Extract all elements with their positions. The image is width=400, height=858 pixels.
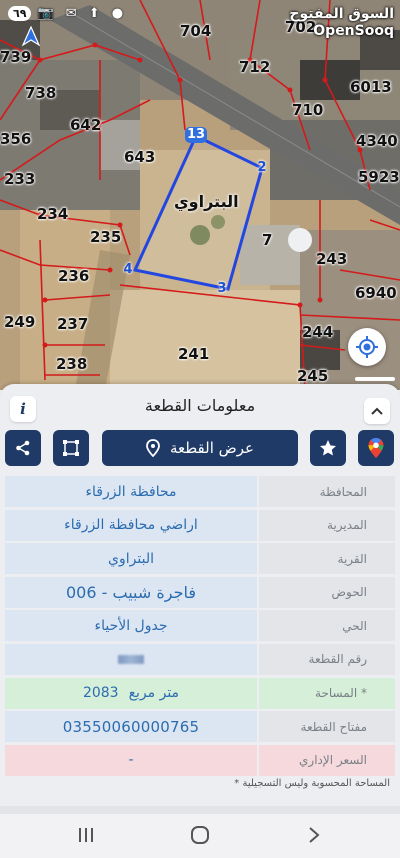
parcel-details-table: محافظة الزرقاء المحافظة اراضي محافظة الز… xyxy=(5,476,395,778)
home-button[interactable] xyxy=(186,824,214,846)
basin-label: الحوض xyxy=(259,576,395,608)
satellite-map[interactable]: 704 702 739 712 738 6013 642 710 356 643… xyxy=(0,0,400,390)
table-row: 2083 متر مربع المساحة * xyxy=(5,677,395,709)
recent-apps-button[interactable] xyxy=(72,824,100,846)
redacted-parcel-number xyxy=(118,654,144,664)
panel-title: معلومات القطعة xyxy=(144,396,256,415)
neighborhood-label: الحي xyxy=(259,610,395,642)
table-row: اراضي محافظة الزرقاء المديرية xyxy=(5,509,395,541)
measure-shape-button[interactable] xyxy=(53,430,89,466)
location-pin-icon xyxy=(146,439,160,457)
parcel-label: 243 xyxy=(316,250,348,268)
parcel-label: 710 xyxy=(292,101,324,119)
parcel-label: 6940 xyxy=(355,284,397,302)
admin-price-value: - xyxy=(5,744,257,776)
table-row: - السعر الإداري xyxy=(5,744,395,776)
parcel-label: 237 xyxy=(57,315,89,333)
share-icon xyxy=(16,440,30,456)
directorate-label: المديرية xyxy=(259,509,395,541)
parcel-info-panel: i معلومات القطعة عرض القطعة محافظة الزرق… xyxy=(0,384,400,806)
view-parcel-label: عرض القطعة xyxy=(169,439,255,457)
village-label: القرية xyxy=(259,543,395,575)
area-unit: متر مربع xyxy=(128,685,180,702)
sheet-handle[interactable] xyxy=(355,377,395,381)
chevron-right-icon xyxy=(309,827,320,843)
parcel-label: 235 xyxy=(90,228,122,246)
opensooq-watermark: السوق المفتوح OpenSooq xyxy=(289,6,394,40)
area-number: 2083 xyxy=(82,685,119,702)
governorate-value: محافظة الزرقاء xyxy=(5,476,257,507)
table-row: 03550060000765 مفتاح القطعة xyxy=(5,711,395,743)
home-icon xyxy=(191,826,209,844)
recent-apps-icon xyxy=(79,828,93,842)
area-footnote: * المساحة المحسوبة وليس التسجيلية xyxy=(234,778,390,789)
google-maps-button[interactable] xyxy=(358,430,394,466)
parcel-label: 6013 xyxy=(350,78,392,96)
bottom-tabs-edge xyxy=(0,806,400,814)
collapse-button[interactable] xyxy=(364,398,390,424)
parcel-label: 249 xyxy=(4,313,36,331)
panel-header: i معلومات القطعة xyxy=(0,392,400,424)
parcel-number-label: رقم القطعة xyxy=(259,643,395,675)
vertex-marker: 13 xyxy=(185,127,207,143)
basin-value: فاجرة شبيب - 006 xyxy=(5,576,257,608)
share-button[interactable] xyxy=(5,430,41,466)
parcel-label: 712 xyxy=(239,58,271,76)
parcel-label: 738 xyxy=(25,84,57,102)
compass-icon[interactable] xyxy=(20,26,42,48)
parcel-label: 234 xyxy=(37,205,69,223)
google-maps-icon xyxy=(368,438,384,458)
view-parcel-button[interactable]: عرض القطعة xyxy=(102,430,298,466)
table-row: رقم القطعة xyxy=(5,643,395,675)
parcel-label: 238 xyxy=(56,355,88,373)
chevron-up-icon xyxy=(371,407,383,415)
back-button[interactable] xyxy=(300,824,328,846)
parcel-number-value xyxy=(5,643,257,675)
parcel-key-value: 03550060000765 xyxy=(5,711,257,743)
neighborhood-value: جدول الأحياء xyxy=(5,610,257,642)
village-value: البتراوي xyxy=(5,543,257,575)
polygon-shape-icon xyxy=(63,440,79,456)
parcel-label: 5923 xyxy=(358,168,400,186)
status-clock: ٦٩ xyxy=(8,5,32,21)
parcel-label: 642 xyxy=(70,116,102,134)
parcel-label: 241 xyxy=(178,345,210,363)
star-icon xyxy=(320,440,336,456)
table-row: جدول الأحياء الحي xyxy=(5,610,395,642)
parcel-label: 643 xyxy=(124,148,156,166)
parcel-label: 233 xyxy=(4,170,36,188)
vertex-marker: 3 xyxy=(217,281,227,296)
vertex-marker: 4 xyxy=(123,262,133,277)
parcel-label: 356 xyxy=(0,130,32,148)
parcel-label: 236 xyxy=(58,267,90,285)
table-row: فاجرة شبيب - 006 الحوض xyxy=(5,576,395,608)
area-label: المساحة * xyxy=(259,677,395,709)
village-map-label: البتراوي xyxy=(174,192,239,211)
my-location-button[interactable] xyxy=(348,328,386,366)
parcel-label: 739 xyxy=(0,48,32,66)
system-nav-bar xyxy=(0,806,400,858)
table-row: البتراوي القرية xyxy=(5,543,395,575)
parcel-key-label: مفتاح القطعة xyxy=(259,711,395,743)
watermark-english: OpenSooq xyxy=(313,23,394,39)
favorite-button[interactable] xyxy=(310,430,346,466)
table-row: محافظة الزرقاء المحافظة xyxy=(5,476,395,507)
parcel-label: 4340 xyxy=(356,132,398,150)
parcel-label: 244 xyxy=(302,323,334,341)
watermark-arabic: السوق المفتوح xyxy=(289,6,394,22)
notification-icons: 📷 ✉ ⬆ ● xyxy=(37,5,128,21)
vertex-marker: 2 xyxy=(257,160,267,175)
directorate-value: اراضي محافظة الزرقاء xyxy=(5,509,257,541)
parcel-label: 245 xyxy=(297,367,329,385)
parcel-label: 7 xyxy=(262,231,273,249)
governorate-label: المحافظة xyxy=(259,476,395,507)
area-value: 2083 متر مربع xyxy=(5,677,257,709)
crosshair-icon xyxy=(356,336,378,358)
panel-toolbar: عرض القطعة xyxy=(0,430,400,468)
admin-price-label: السعر الإداري xyxy=(259,744,395,776)
